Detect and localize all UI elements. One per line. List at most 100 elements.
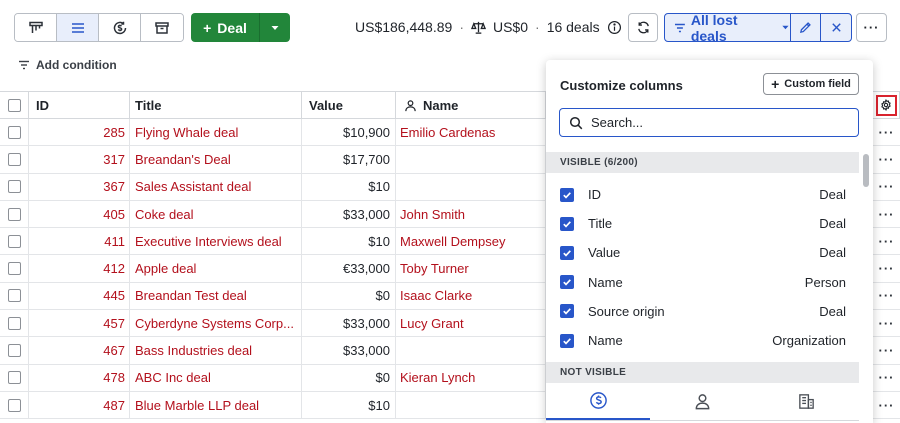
- deal-title-link[interactable]: ABC Inc deal: [135, 370, 211, 385]
- person-name-link[interactable]: Kieran Lynch: [400, 370, 475, 385]
- deal-value: $33,000: [343, 206, 390, 222]
- column-header-name[interactable]: Name: [396, 92, 546, 118]
- row-more-button[interactable]: ···: [873, 174, 900, 200]
- row-more-button[interactable]: ···: [873, 283, 900, 309]
- deal-title-link[interactable]: Sales Assistant deal: [135, 179, 251, 194]
- info-icon[interactable]: [607, 20, 622, 35]
- customize-columns-button[interactable]: [875, 94, 897, 116]
- person-name-link[interactable]: Lucy Grant: [400, 316, 464, 331]
- row-more-button[interactable]: ···: [873, 337, 900, 363]
- refresh-button[interactable]: [628, 13, 658, 42]
- column-header-value[interactable]: Value: [302, 92, 396, 118]
- total-value: US$186,448.89: [355, 19, 453, 35]
- cell-name: John Smith: [396, 200, 546, 228]
- row-more-button[interactable]: ···: [873, 201, 900, 227]
- archive-view-button[interactable]: [141, 14, 183, 41]
- edit-filter-button[interactable]: [791, 14, 821, 41]
- checkmark-icon: [563, 337, 571, 345]
- row-checkbox[interactable]: [7, 316, 21, 330]
- row-select-cell: [0, 310, 29, 337]
- person-name-link[interactable]: John Smith: [400, 207, 465, 222]
- visible-section-header: VISIBLE (6/200): [546, 152, 859, 173]
- visible-column-item[interactable]: Value Deal: [560, 238, 846, 267]
- deal-title-link[interactable]: Flying Whale deal: [135, 125, 238, 140]
- more-actions-button[interactable]: ···: [856, 13, 887, 42]
- list-view-button[interactable]: [57, 14, 99, 41]
- deal-value: $10: [368, 397, 390, 413]
- row-checkbox[interactable]: [7, 152, 21, 166]
- row-select-cell: [0, 228, 29, 255]
- row-more-button[interactable]: ···: [873, 119, 900, 145]
- column-visible-checkbox[interactable]: [560, 333, 574, 348]
- column-visible-checkbox[interactable]: [560, 216, 574, 231]
- row-more-button[interactable]: ···: [873, 228, 900, 254]
- ellipsis-icon: ···: [878, 315, 895, 331]
- row-more-button[interactable]: ···: [873, 310, 900, 336]
- forecast-view-button[interactable]: [99, 14, 141, 41]
- pipeline-view-button[interactable]: [15, 14, 57, 41]
- cell-id: 478: [29, 364, 130, 391]
- row-checkbox[interactable]: [7, 262, 21, 276]
- column-header-label: Value: [309, 97, 343, 113]
- tab-deal-fields[interactable]: [546, 382, 651, 420]
- row-more-button[interactable]: ···: [873, 146, 900, 172]
- add-condition-button[interactable]: Add condition: [18, 58, 117, 72]
- panel-scrollbar[interactable]: [862, 152, 870, 422]
- row-checkbox[interactable]: [7, 289, 21, 303]
- visible-column-item[interactable]: Source origin Deal: [560, 297, 846, 326]
- scroll-thumb[interactable]: [863, 154, 869, 187]
- row-more-button[interactable]: ···: [873, 255, 900, 281]
- add-deal-dropdown-button[interactable]: [260, 13, 290, 42]
- column-header-id[interactable]: ID: [29, 92, 130, 118]
- custom-field-button[interactable]: + Custom field: [763, 73, 859, 95]
- person-name-link[interactable]: Toby Turner: [400, 261, 469, 276]
- add-deal-button[interactable]: + Deal: [191, 13, 260, 42]
- row-checkbox[interactable]: [7, 180, 21, 194]
- column-visible-checkbox[interactable]: [560, 275, 574, 290]
- deal-value: $33,000: [343, 343, 390, 359]
- select-all-checkbox[interactable]: [7, 98, 21, 112]
- tab-person-fields[interactable]: [650, 382, 754, 420]
- visible-column-item[interactable]: ID Deal: [560, 180, 846, 209]
- visible-column-item[interactable]: Name Organization: [560, 326, 846, 355]
- person-name-link[interactable]: Maxwell Dempsey: [400, 234, 505, 249]
- row-checkbox[interactable]: [7, 234, 21, 248]
- cell-title: Apple deal: [130, 255, 302, 282]
- cell-title: Breandan Test deal: [130, 282, 302, 310]
- row-checkbox[interactable]: [7, 344, 21, 358]
- cell-value: $33,000: [302, 337, 396, 364]
- visible-column-item[interactable]: Title Deal: [560, 209, 846, 238]
- person-name-link[interactable]: Isaac Clarke: [400, 288, 472, 303]
- cell-name: Emilio Cardenas: [396, 119, 546, 146]
- column-header-title[interactable]: Title: [130, 92, 302, 118]
- cell-name: [396, 391, 546, 419]
- row-checkbox[interactable]: [7, 371, 21, 385]
- row-checkbox[interactable]: [7, 398, 21, 412]
- visible-column-item[interactable]: Name Person: [560, 268, 846, 297]
- filter-label: All lost deals: [690, 13, 738, 42]
- deal-title-link[interactable]: Coke deal: [135, 207, 194, 222]
- person-name-link[interactable]: Emilio Cardenas: [400, 125, 495, 140]
- cell-title: Cyberdyne Systems Corp...: [130, 310, 302, 337]
- tab-organization-fields[interactable]: [755, 382, 859, 420]
- column-search-input[interactable]: [591, 115, 841, 130]
- deal-title-link[interactable]: Cyberdyne Systems Corp...: [135, 316, 294, 331]
- deal-title-link[interactable]: Breandan Test deal: [135, 288, 247, 303]
- filter-dropdown-button[interactable]: All lost deals: [665, 14, 791, 41]
- row-more-button[interactable]: ···: [873, 392, 900, 418]
- row-more-button[interactable]: ···: [873, 365, 900, 391]
- ellipsis-icon: ···: [878, 206, 895, 222]
- column-visible-checkbox[interactable]: [560, 304, 574, 319]
- column-visible-checkbox[interactable]: [560, 187, 574, 202]
- row-checkbox[interactable]: [7, 125, 21, 139]
- column-visible-checkbox[interactable]: [560, 245, 574, 260]
- deal-title-link[interactable]: Blue Marble LLP deal: [135, 398, 259, 413]
- deal-value: $10,900: [343, 124, 390, 140]
- deal-title-link[interactable]: Executive Interviews deal: [135, 234, 282, 249]
- deal-title-link[interactable]: Bass Industries deal: [135, 343, 252, 358]
- deal-title-link[interactable]: Breandan's Deal: [135, 152, 231, 167]
- row-checkbox[interactable]: [7, 207, 21, 221]
- clear-filter-button[interactable]: [821, 14, 851, 41]
- list-view-icon: [71, 22, 84, 33]
- deal-title-link[interactable]: Apple deal: [135, 261, 196, 276]
